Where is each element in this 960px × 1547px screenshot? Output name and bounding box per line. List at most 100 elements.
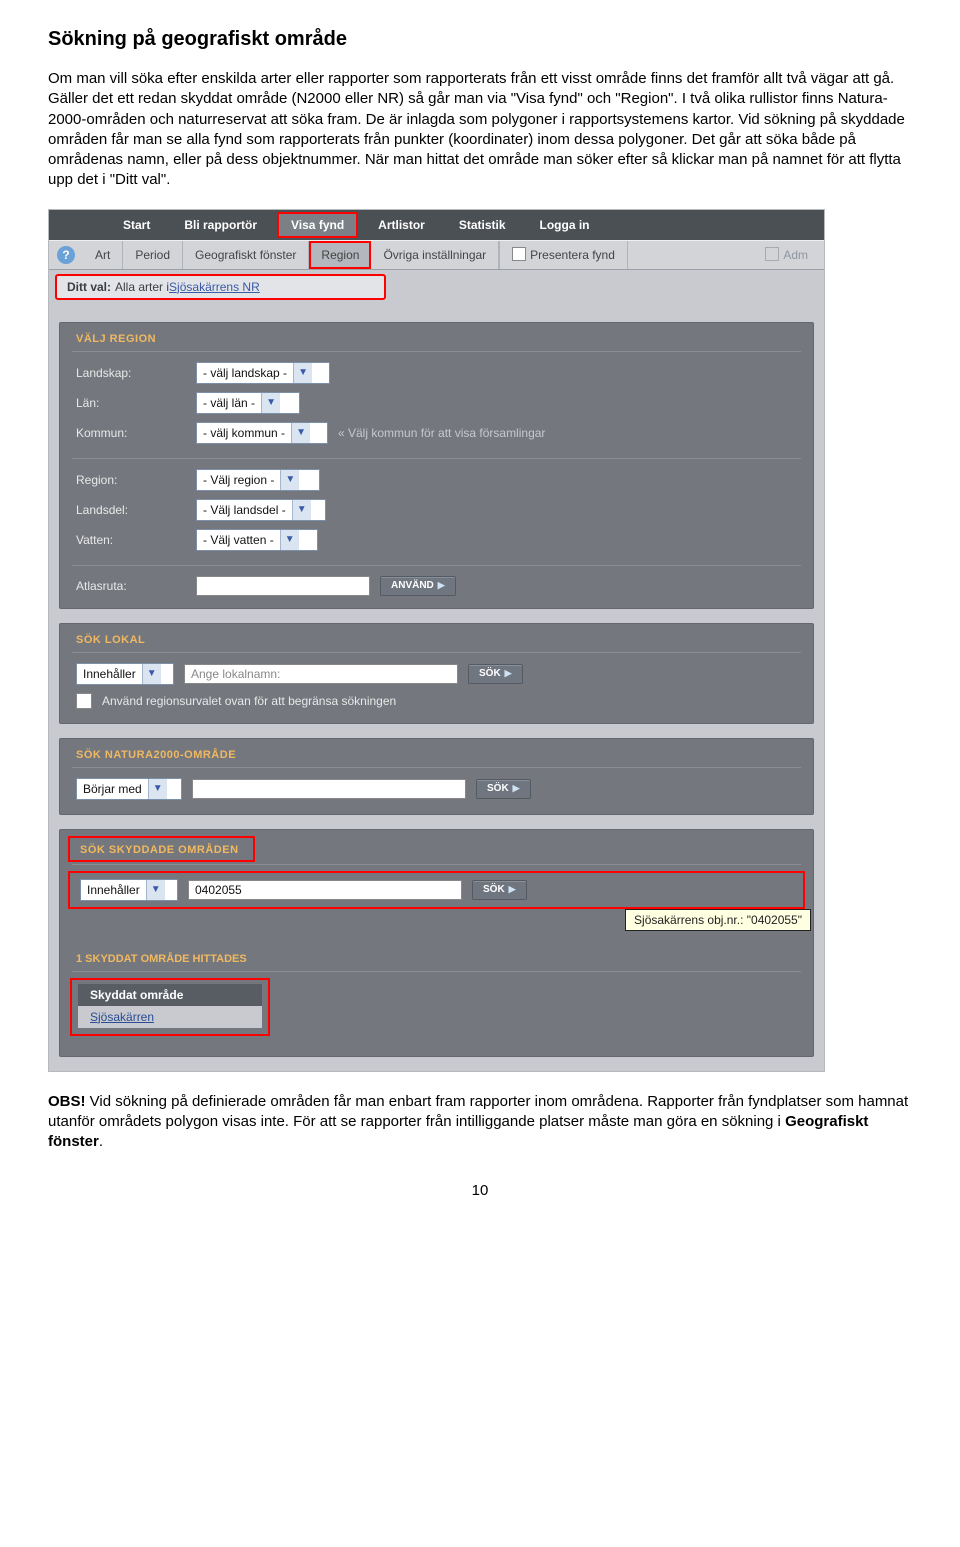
tab-art[interactable]: Art [83,241,123,269]
n2000-panel-title: SÖK NATURA2000-OMRÅDE [60,739,813,765]
label-region: Region: [76,473,186,487]
select-landsdel-value: - Välj landsdel - [203,503,286,517]
tooltip: Sjösakärrens obj.nr.: "0402055" [625,909,811,931]
select-lokal-mode-value: Innehåller [83,667,136,681]
tab-presentera-fynd[interactable]: Presentera fynd [499,241,628,269]
triangle-right-icon: ▶ [505,668,512,679]
row-kommun: Kommun: - välj kommun - ▼ « Välj kommun … [60,418,813,448]
result-link[interactable]: Sjösakärren [90,1010,154,1024]
chevron-down-icon: ▼ [148,779,167,799]
protected-row: Innehåller ▼ SÖK ▶ Sjösakärrens obj.nr.:… [68,871,805,909]
row-landskap: Landskap: - välj landskap - ▼ [60,358,813,388]
lokal-panel: SÖK LOKAL Innehåller ▼ SÖK ▶ Använd regi… [59,623,814,724]
obs-suffix: . [99,1133,103,1150]
result-count-title: 1 SKYDDAT OMRÅDE HITTADES [60,943,813,969]
search-lokal-button[interactable]: SÖK ▶ [468,664,523,684]
label-landsdel: Landsdel: [76,503,186,517]
select-lan-value: - välj län - [203,396,255,410]
select-landsdel[interactable]: - Välj landsdel - ▼ [196,499,326,521]
nav-statistik[interactable]: Statistik [445,212,520,238]
select-protected-mode[interactable]: Innehåller ▼ [80,879,178,901]
tab-adm[interactable]: Adm [753,241,820,269]
select-landskap-value: - välj landskap - [203,366,287,380]
selection-bar: Ditt val: Alla arter i Sjösakärrens NR [49,270,824,308]
selection-link[interactable]: Sjösakärrens NR [169,280,260,294]
chevron-down-icon: ▼ [261,393,280,413]
sub-tab-bar: ? Art Period Geografiskt fönster Region … [49,240,824,270]
select-region-value: - Välj region - [203,473,274,487]
tab-period[interactable]: Period [123,241,183,269]
obs-paragraph: OBS! Vid sökning på definierade områden … [48,1092,912,1153]
triangle-right-icon: ▶ [438,580,445,591]
checkbox-regionsurval[interactable] [76,693,92,709]
input-lokalnamn[interactable] [184,664,458,684]
pencil-icon [765,247,779,261]
obs-prefix: OBS! [48,1093,86,1110]
select-landskap[interactable]: - välj landskap - ▼ [196,362,330,384]
input-protected[interactable] [188,880,462,900]
chevron-down-icon: ▼ [280,530,299,550]
nav-artlistor[interactable]: Artlistor [364,212,439,238]
search-n2000-label: SÖK [487,783,509,794]
row-lan: Län: - välj län - ▼ [60,388,813,418]
app-screenshot: Start Bli rapportör Visa fynd Artlistor … [48,209,825,1072]
select-n2000-mode-value: Börjar med [83,782,142,796]
help-icon[interactable]: ? [57,246,75,264]
nav-bli-rapportor[interactable]: Bli rapportör [170,212,271,238]
label-lan: Län: [76,396,186,410]
result-block: Skyddat område Sjösakärren [70,978,803,1036]
row-atlasruta: Atlasruta: ANVÄND ▶ [60,572,813,608]
row-vatten: Vatten: - Välj vatten - ▼ [60,525,813,555]
chevron-down-icon: ▼ [142,664,161,684]
chevron-down-icon: ▼ [280,470,299,490]
top-nav: Start Bli rapportör Visa fynd Artlistor … [49,210,824,240]
selection-pill: Ditt val: Alla arter i Sjösakärrens NR [55,274,386,300]
search-n2000-button[interactable]: SÖK ▶ [476,779,531,799]
select-kommun-value: - välj kommun - [203,426,285,440]
search-protected-label: SÖK [483,884,505,895]
nav-logga-in[interactable]: Logga in [526,212,604,238]
nav-start[interactable]: Start [109,212,164,238]
page-heading: Sökning på geografiskt område [48,28,912,51]
nav-visa-fynd[interactable]: Visa fynd [277,212,358,238]
page-number: 10 [48,1182,912,1199]
search-protected-button[interactable]: SÖK ▶ [472,880,527,900]
select-lokal-mode[interactable]: Innehåller ▼ [76,663,174,685]
n2000-row: Börjar med ▼ SÖK ▶ [60,774,813,804]
select-region[interactable]: - Välj region - ▼ [196,469,320,491]
document-icon [512,247,526,261]
label-landskap: Landskap: [76,366,186,380]
use-button[interactable]: ANVÄND ▶ [380,576,456,596]
select-vatten[interactable]: - Välj vatten - ▼ [196,529,318,551]
input-atlasruta[interactable] [196,576,370,596]
triangle-right-icon: ▶ [513,783,520,794]
select-n2000-mode[interactable]: Börjar med ▼ [76,778,182,800]
select-protected-mode-value: Innehåller [87,883,140,897]
label-kommun: Kommun: [76,426,186,440]
select-kommun[interactable]: - välj kommun - ▼ [196,422,328,444]
select-lan[interactable]: - välj län - ▼ [196,392,300,414]
tab-region[interactable]: Region [309,241,371,269]
row-landsdel: Landsdel: - Välj landsdel - ▼ [60,495,813,525]
chevron-down-icon: ▼ [292,500,311,520]
lokal-panel-title: SÖK LOKAL [60,624,813,650]
use-button-label: ANVÄND [391,580,434,591]
region-panel: VÄLJ REGION Landskap: - välj landskap - … [59,322,814,609]
result-row: Sjösakärren [78,1006,262,1028]
tab-ovriga[interactable]: Övriga inställningar [371,241,499,269]
search-lokal-label: SÖK [479,668,501,679]
row-region: Region: - Välj region - ▼ [60,465,813,495]
selection-text: Alla arter i [115,280,169,294]
triangle-right-icon: ▶ [509,884,516,895]
checkbox-label: Använd regionsurvalet ovan för att begrä… [102,694,396,708]
region-panel-title: VÄLJ REGION [60,323,813,349]
chevron-down-icon: ▼ [146,880,165,900]
chevron-down-icon: ▼ [291,423,310,443]
lokal-row: Innehåller ▼ SÖK ▶ [60,659,813,689]
label-vatten: Vatten: [76,533,186,547]
tab-presentera-label: Presentera fynd [530,248,615,262]
input-n2000[interactable] [192,779,466,799]
kommun-hint: « Välj kommun för att visa församlingar [338,426,545,440]
tab-geografiskt-fonster[interactable]: Geografiskt fönster [183,241,309,269]
label-atlasruta: Atlasruta: [76,579,186,593]
